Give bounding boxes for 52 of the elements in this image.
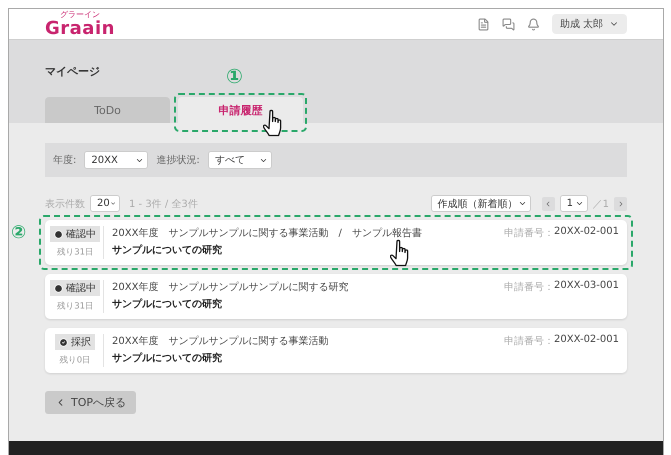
application-number: 20XX-02-001 (554, 226, 619, 237)
next-page-button[interactable] (614, 196, 627, 210)
page-title: マイページ (45, 64, 100, 79)
chevron-down-icon (574, 199, 584, 208)
application-title: サンプルについての研究 (112, 243, 223, 257)
check-circle-icon (59, 338, 68, 346)
application-meta: サンプルサンプルに関する事業活動 (168, 226, 328, 240)
number-label: 申請番号： (504, 280, 554, 294)
step-marker: ① (226, 66, 243, 86)
filter-label: 進捗状況: (156, 154, 200, 167)
days-remaining: 残り31日 (56, 246, 94, 258)
number-label: 申請番号： (504, 226, 554, 240)
application-meta: サンプルサンプルサンプルに関する研究 (168, 280, 348, 294)
filter-select[interactable]: 20XX (84, 151, 148, 169)
step-marker: ② (11, 224, 26, 242)
page-select[interactable]: 1 (560, 195, 588, 212)
status-badge: 採択 (55, 334, 95, 350)
per-page-select[interactable]: 20 (90, 195, 120, 212)
user-menu[interactable]: 助成 太郎 (552, 14, 627, 34)
bell-icon[interactable] (526, 18, 540, 30)
application-meta: 20XX年度 (112, 280, 158, 294)
application-meta: 20XX年度 (112, 334, 158, 348)
back-to-top-button[interactable]: TOPへ戻る (45, 391, 136, 414)
status-badge: 確認中 (50, 280, 100, 296)
application-card[interactable]: 確認中 残り31日 20XX年度 サンプルサンプルサンプルに関する研究 サンプルについての研究 申請番号：20XX-03-001 (45, 274, 627, 319)
tab[interactable]: 申請履歴 (178, 97, 303, 123)
filter-select[interactable]: すべて (208, 151, 272, 169)
sort-select[interactable]: 作成順（新着順） (430, 195, 531, 212)
application-card[interactable]: 確認中 残り31日 20XX年度 サンプルサンプルに関する事業活動 / サンプル報告書 サンプルについての研究 申請番号：20XX-02-001 (45, 220, 627, 265)
document-icon[interactable] (476, 18, 490, 30)
logo: Graain (45, 20, 115, 38)
logo-reading: グラーイン (60, 10, 100, 18)
status-badge: 確認中 (50, 226, 100, 242)
days-remaining: 残り0日 (60, 354, 90, 366)
application-title: サンプルについての研究 (112, 351, 223, 365)
page-total: ／1 (592, 198, 609, 210)
filter-label: 年度: (53, 154, 76, 167)
previous-page-button[interactable] (542, 196, 555, 210)
days-remaining: 残り31日 (56, 300, 94, 312)
application-meta: サンプルサンプルに関する事業活動 (168, 334, 328, 348)
result-range: 1 - 3件 / 全3件 (129, 198, 198, 210)
number-label: 申請番号： (504, 334, 554, 348)
per-page-label: 表示件数 (45, 198, 85, 210)
chevron-down-icon (518, 199, 527, 208)
application-number: 20XX-02-001 (554, 334, 619, 345)
application-card[interactable]: 採択 残り0日 20XX年度 サンプルサンプルに関する事業活動 サンプルについての研究 申請番号：20XX-02-001 (45, 328, 627, 373)
chat-icon[interactable] (502, 18, 515, 30)
application-number: 20XX-03-001 (554, 280, 619, 291)
application-meta: / (338, 228, 342, 238)
application-meta: 20XX年度 (112, 226, 158, 240)
application-title: サンプルについての研究 (112, 297, 223, 311)
application-meta: サンプル報告書 (352, 226, 422, 240)
